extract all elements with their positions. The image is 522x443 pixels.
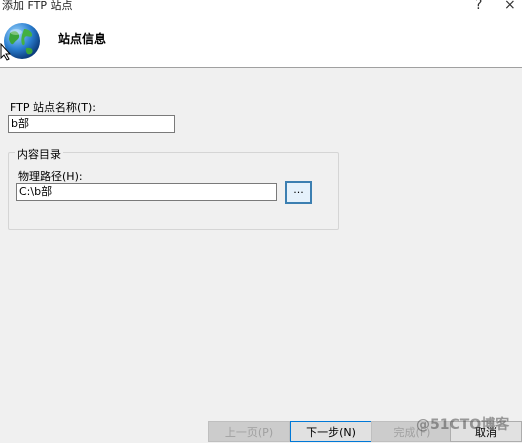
previous-button[interactable]: 上一页(P) <box>208 421 290 442</box>
watermark: @51CTO博客 <box>416 417 510 433</box>
close-button[interactable]: × <box>504 0 516 13</box>
physical-path-input[interactable]: C:\b部 <box>16 183 277 201</box>
content-directory-legend: 内容目录 <box>15 146 63 162</box>
browse-button[interactable]: ... <box>285 181 312 204</box>
help-button[interactable]: ? <box>475 0 482 13</box>
next-button[interactable]: 下一步(N) <box>290 421 372 442</box>
page-title: 站点信息 <box>58 32 107 46</box>
physical-path-label: 物理路径(H): <box>18 170 83 183</box>
site-name-input[interactable]: b部 <box>8 115 175 133</box>
wizard-header: 站点信息 <box>0 18 522 68</box>
mouse-cursor-icon <box>0 43 12 61</box>
title-bar: 添加 FTP 站点 ? × <box>0 0 522 18</box>
window-title: 添加 FTP 站点 <box>2 0 73 12</box>
site-name-label: FTP 站点名称(T): <box>10 101 96 114</box>
